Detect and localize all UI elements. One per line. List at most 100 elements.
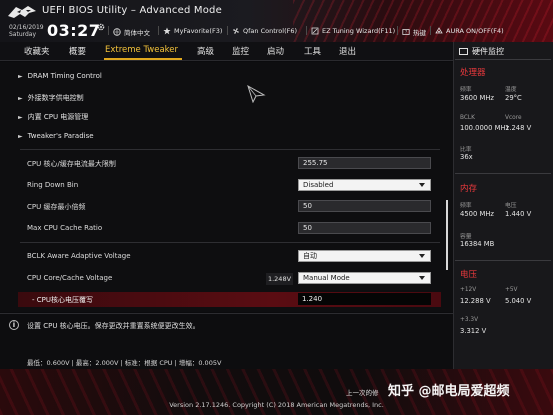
clock-time: 03:27 xyxy=(47,21,101,40)
vcore-value: 1.248 V xyxy=(505,124,532,132)
v33-value: 3.312 V xyxy=(460,327,487,335)
info-icon: i xyxy=(9,320,19,330)
cpu-current-limit-input[interactable]: 255.75 xyxy=(298,157,431,169)
active-tab-indicator xyxy=(104,58,182,60)
rog-logo-icon xyxy=(8,6,36,18)
cpu-temp-label: 温度 xyxy=(505,87,517,93)
section-divider xyxy=(20,242,440,243)
tab-favorites[interactable]: 收藏夹 xyxy=(24,45,50,57)
mem-capacity-label: 容量 xyxy=(460,234,472,240)
max-cache-ratio-input[interactable]: 50 xyxy=(298,222,431,234)
submenu-external-digi-power[interactable]: ► 外接数字供电控制 xyxy=(18,93,84,103)
chevron-right-icon: ► xyxy=(18,72,23,80)
tab-boot[interactable]: 启动 xyxy=(267,45,284,57)
chevron-down-icon xyxy=(419,183,425,187)
submenu-tweakers-paradise[interactable]: ► Tweaker's Paradise xyxy=(18,132,94,140)
tuning-icon xyxy=(311,27,319,35)
mem-volt-value: 1.440 V xyxy=(505,210,532,218)
section-divider xyxy=(20,149,440,150)
hw-divider xyxy=(455,260,551,261)
qfan-control-button[interactable]: Qfan Control(F6) xyxy=(232,27,297,35)
cpu-temp-value: 29°C xyxy=(505,94,522,102)
core-voltage-override-input[interactable]: 1.240 xyxy=(298,293,431,305)
hw-divider xyxy=(455,59,551,60)
ez-tuning-wizard-button[interactable]: EZ Tuning Wizard(F11) xyxy=(311,27,395,35)
submenu-label: 外接数字供电控制 xyxy=(27,94,84,102)
chevron-right-icon: ► xyxy=(18,132,23,140)
qfan-control-label: Qfan Control(F6) xyxy=(243,27,298,35)
cpu-ratio-value: 36x xyxy=(460,153,473,161)
mem-freq-label: 频率 xyxy=(460,203,472,209)
tab-exit[interactable]: 退出 xyxy=(339,45,356,57)
voltage-range-info: 最低：0.600V | 最高：2.000V | 标准：根据 CPU | 增幅：0… xyxy=(27,359,222,367)
setting-label-core-cache-voltage: CPU Core/Cache Voltage xyxy=(27,274,113,282)
header-separator xyxy=(227,26,228,35)
current-voltage-readout: 1.248V xyxy=(266,273,293,285)
fan-icon xyxy=(233,28,239,34)
bclk-aware-voltage-select[interactable]: 自动 xyxy=(298,250,431,262)
header-separator xyxy=(397,26,398,35)
window-title: UEFI BIOS Utility – Advanced Mode xyxy=(42,5,222,16)
core-cache-voltage-value: Manual Mode xyxy=(303,274,350,282)
setting-label-max-cache-ratio: Max CPU Cache Ratio xyxy=(27,224,103,232)
date-display: 02/16/2019 Saturday xyxy=(9,24,44,38)
hotkey-label: 热键 xyxy=(413,29,426,37)
v12-label: +12V xyxy=(460,287,477,293)
hw-divider xyxy=(455,173,551,174)
setting-label-min-cache-ratio: CPU 缓存最小倍频 xyxy=(27,203,86,211)
setting-label-core-voltage-override: - CPU核心电压覆写 xyxy=(32,296,93,304)
day-text: Saturday xyxy=(9,31,37,38)
submenu-label: DRAM Timing Control xyxy=(27,72,102,80)
v5-label: +5V xyxy=(505,287,518,293)
aura-toggle-button[interactable]: AURA ON/OFF(F4) xyxy=(435,27,504,35)
v33-label: +3.3V xyxy=(460,317,479,323)
tab-main[interactable]: 概要 xyxy=(69,45,86,57)
bclk-aware-voltage-value: 自动 xyxy=(303,252,317,260)
language-button[interactable]: 简体中文 xyxy=(113,27,150,37)
mouse-cursor-icon xyxy=(247,85,266,103)
hw-section-memory: 内存 xyxy=(460,184,478,194)
hw-section-cpu: 处理器 xyxy=(460,68,486,78)
version-info: Version 2.17.1246. Copyright (C) 2018 Am… xyxy=(169,401,384,409)
chevron-right-icon: ► xyxy=(18,113,23,121)
myfavorite-label: MyFavorite(F3) xyxy=(174,27,223,35)
chevron-down-icon xyxy=(419,254,425,258)
date-text: 02/16/2019 xyxy=(9,24,44,31)
core-cache-voltage-select[interactable]: Manual Mode xyxy=(298,272,431,284)
globe-icon xyxy=(113,28,121,36)
aura-toggle-label: AURA ON/OFF(F4) xyxy=(446,27,504,35)
gear-icon[interactable] xyxy=(97,23,105,31)
tab-extreme-tweaker[interactable]: Extreme Tweaker xyxy=(105,45,178,55)
last-modified-button[interactable]: 上一次的修 xyxy=(346,387,379,397)
setting-label-cpu-current-limit: CPU 核心/缓存电流最大限制 xyxy=(27,160,116,168)
hardware-monitor-title: 硬件监控 xyxy=(459,46,504,57)
header-separator xyxy=(430,26,431,35)
hotkey-icon: ? xyxy=(402,29,410,35)
ring-down-bin-value: Disabled xyxy=(303,181,334,189)
cpu-freq-value: 3600 MHz xyxy=(460,94,495,102)
setting-label-ring-down-bin: Ring Down Bin xyxy=(27,181,79,189)
min-cache-ratio-input[interactable]: 50 xyxy=(298,200,431,212)
scrollbar[interactable] xyxy=(446,200,448,270)
ez-tuning-wizard-label: EZ Tuning Wizard(F11) xyxy=(322,27,396,35)
hotkey-button[interactable]: ? 热键 xyxy=(402,27,426,37)
mem-volt-label: 电压 xyxy=(505,203,517,209)
star-icon xyxy=(163,27,171,35)
language-label: 简体中文 xyxy=(124,29,150,37)
header-separator xyxy=(158,26,159,35)
tab-tool[interactable]: 工具 xyxy=(304,45,321,57)
myfavorite-button[interactable]: MyFavorite(F3) xyxy=(163,27,222,35)
submenu-internal-cpu-power[interactable]: ► 内置 CPU 电源管理 xyxy=(18,112,88,122)
bclk-value: 100.0000 MHz xyxy=(460,124,510,132)
cpu-freq-label: 频率 xyxy=(460,87,472,93)
hardware-monitor-title-text: 硬件监控 xyxy=(472,47,504,56)
setting-label-bclk-aware-voltage: BCLK Aware Adaptive Voltage xyxy=(27,252,131,260)
svg-text:?: ? xyxy=(405,30,407,35)
tab-monitor[interactable]: 监控 xyxy=(232,45,249,57)
v12-value: 12.288 V xyxy=(460,297,491,305)
watermark-text: 知乎 @邮电局爱超频 xyxy=(388,384,510,399)
submenu-dram-timing-control[interactable]: ► DRAM Timing Control xyxy=(18,72,102,80)
ring-down-bin-select[interactable]: Disabled xyxy=(298,179,431,191)
tab-advanced[interactable]: 高级 xyxy=(197,45,214,57)
submenu-label: 内置 CPU 电源管理 xyxy=(27,113,89,121)
